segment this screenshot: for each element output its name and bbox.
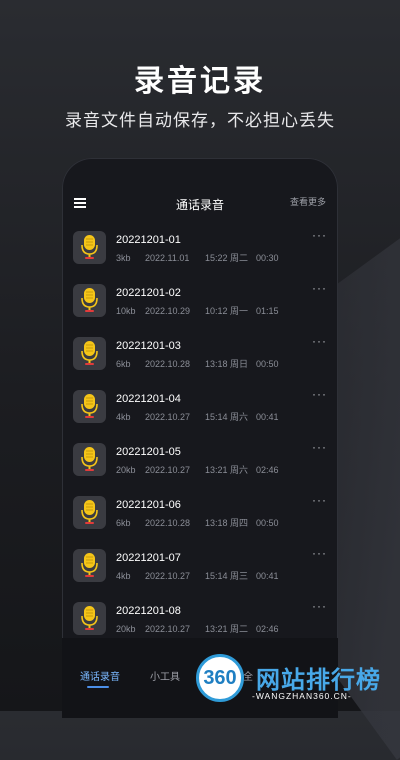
recording-name: 20221201-02 — [116, 287, 181, 299]
recording-meta: 3kb 2022.11.01 15:22 周二 00:30 — [116, 251, 279, 264]
list-item[interactable]: 20221201-05 20kb 2022.10.27 13:21 周六 02:46 ··… — [62, 440, 338, 493]
watermark-url: -WANGZHAN360.CN- — [252, 691, 352, 701]
recording-time: 13:18 周日 — [205, 359, 249, 369]
recording-time: 10:12 周一 — [205, 306, 249, 316]
microphone-icon — [73, 390, 106, 423]
list-item[interactable]: 20221201-04 4kb 2022.10.27 15:14 周六 00:41 ··· — [62, 387, 338, 440]
recording-date: 2022.10.27 — [145, 465, 191, 475]
more-options-button[interactable]: ··· — [312, 334, 327, 348]
more-options-button[interactable]: ··· — [312, 546, 327, 560]
recording-meta: 20kb 2022.10.27 13:21 周二 02:46 — [116, 622, 279, 635]
list-item[interactable]: 20221201-06 6kb 2022.10.28 13:18 周四 00:50 ··· — [62, 493, 338, 546]
recording-name: 20221201-06 — [116, 499, 181, 511]
microphone-icon — [73, 602, 106, 635]
recording-time: 15:22 周二 — [205, 253, 249, 263]
more-options-button[interactable]: ··· — [312, 599, 327, 613]
watermark-site-name: 网站排行榜 — [256, 667, 381, 694]
app-header: 通话录音 查看更多 — [62, 158, 338, 218]
recording-duration: 02:46 — [256, 624, 279, 634]
recording-size: 4kb — [116, 412, 131, 422]
microphone-icon — [73, 284, 106, 317]
recording-date: 2022.10.28 — [145, 518, 191, 528]
tab-call-recording[interactable]: 通话录音 — [80, 668, 120, 683]
recording-name: 20221201-01 — [116, 234, 181, 246]
recording-name: 20221201-04 — [116, 393, 181, 405]
recording-list: 20221201-01 3kb 2022.11.01 15:22 周二 00:30 ···… — [62, 228, 338, 652]
recording-duration: 01:15 — [256, 306, 279, 316]
recording-meta: 20kb 2022.10.27 13:21 周六 02:46 — [116, 463, 279, 476]
list-item[interactable]: 20221201-03 6kb 2022.10.28 13:18 周日 00:50 ··· — [62, 334, 338, 387]
recording-time: 13:21 周二 — [205, 624, 249, 634]
recording-size: 4kb — [116, 571, 131, 581]
recording-date: 2022.10.27 — [145, 571, 191, 581]
active-tab-indicator — [87, 686, 109, 688]
list-item[interactable]: 20221201-01 3kb 2022.11.01 15:22 周二 00:30 ··· — [62, 228, 338, 281]
recording-time: 13:21 周六 — [205, 465, 249, 475]
promo-title: 录音记录 — [134, 65, 266, 98]
more-options-button[interactable]: ··· — [312, 281, 327, 295]
recording-size: 3kb — [116, 253, 131, 263]
recording-size: 6kb — [116, 518, 131, 528]
recording-name: 20221201-07 — [116, 552, 181, 564]
tab-tools[interactable]: 小工具 — [150, 668, 180, 683]
recording-duration: 00:50 — [256, 359, 279, 369]
recording-date: 2022.10.29 — [145, 306, 191, 316]
recording-duration: 00:30 — [256, 253, 279, 263]
recording-date: 2022.10.28 — [145, 359, 191, 369]
microphone-icon — [73, 443, 106, 476]
recording-date: 2022.11.01 — [145, 253, 190, 263]
recording-time: 13:18 周四 — [205, 518, 249, 528]
recording-size: 6kb — [116, 359, 131, 369]
phone-screen: 通话录音 查看更多 20221201-01 3kb 2022.11.01 15:22 … — [62, 158, 338, 718]
recording-time: 15:14 周三 — [205, 571, 249, 581]
list-item[interactable]: 20221201-07 4kb 2022.10.27 15:14 周三 00:41 ··· — [62, 546, 338, 599]
promo-subtitle: 录音文件自动保存，不必担心丢失 — [65, 111, 335, 130]
microphone-icon — [73, 337, 106, 370]
recording-size: 10kb — [116, 306, 136, 316]
more-options-button[interactable]: ··· — [312, 493, 327, 507]
list-item[interactable]: 20221201-02 10kb 2022.10.29 10:12 周一 01:15 ··… — [62, 281, 338, 334]
recording-name: 20221201-08 — [116, 605, 181, 617]
recording-date: 2022.10.27 — [145, 624, 191, 634]
watermark-logo: 360 — [196, 654, 244, 702]
more-options-button[interactable]: ··· — [312, 228, 327, 242]
see-more-link[interactable]: 查看更多 — [290, 195, 326, 208]
recording-meta: 4kb 2022.10.27 15:14 周三 00:41 — [116, 569, 279, 582]
recording-meta: 6kb 2022.10.28 13:18 周日 00:50 — [116, 357, 279, 370]
recording-time: 15:14 周六 — [205, 412, 249, 422]
more-options-button[interactable]: ··· — [312, 440, 327, 454]
microphone-icon — [73, 549, 106, 582]
recording-duration: 00:41 — [256, 571, 279, 581]
recording-size: 20kb — [116, 465, 136, 475]
recording-size: 20kb — [116, 624, 136, 634]
recording-name: 20221201-03 — [116, 340, 181, 352]
recording-name: 20221201-05 — [116, 446, 181, 458]
microphone-icon — [73, 496, 106, 529]
microphone-icon — [73, 231, 106, 264]
recording-meta: 4kb 2022.10.27 15:14 周六 00:41 — [116, 410, 279, 423]
recording-duration: 00:50 — [256, 518, 279, 528]
recording-meta: 6kb 2022.10.28 13:18 周四 00:50 — [116, 516, 279, 529]
recording-duration: 02:46 — [256, 465, 279, 475]
recording-date: 2022.10.27 — [145, 412, 191, 422]
watermark: 360 网站排行榜 -WANGZHAN360.CN- — [196, 648, 400, 711]
recording-meta: 10kb 2022.10.29 10:12 周一 01:15 — [116, 304, 279, 317]
more-options-button[interactable]: ··· — [312, 387, 327, 401]
recording-duration: 00:41 — [256, 412, 279, 422]
